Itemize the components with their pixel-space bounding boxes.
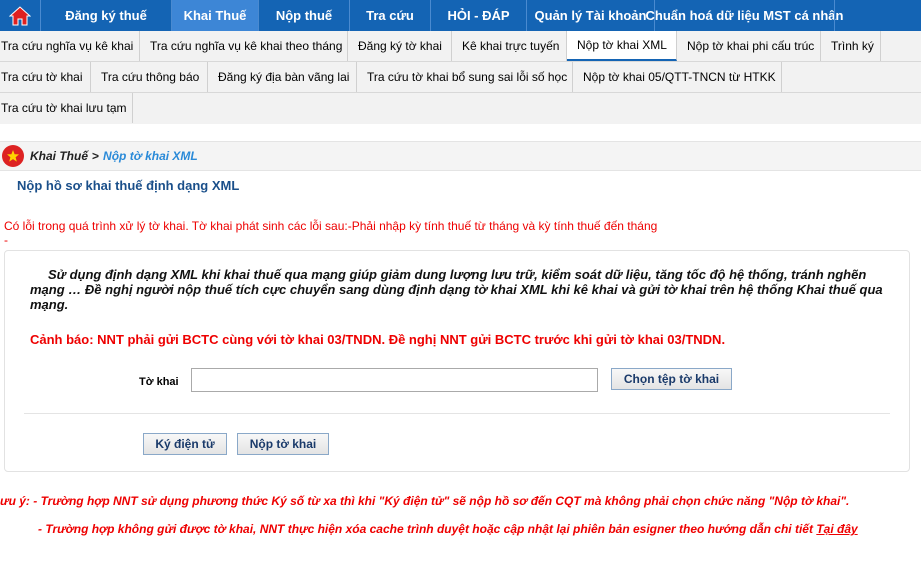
sign-button[interactable]: Ký điện tử: [143, 433, 227, 455]
divider: [24, 413, 890, 414]
sub-dang-ky-dia-ban[interactable]: Đăng ký địa bàn vãng lai: [208, 62, 357, 92]
warning-text: Cảnh báo: NNT phải gửi BCTC cùng với tờ …: [30, 332, 726, 347]
note-2-text: - Trường hợp không gửi được tờ khai, NNT…: [38, 522, 817, 536]
sub-nop-to-khai-xml[interactable]: Nộp tờ khai XML: [567, 31, 677, 61]
home-icon: [9, 5, 31, 25]
nav-quan-ly-tai-khoan[interactable]: Quản lý Tài khoản: [526, 0, 654, 31]
intro-text: Sử dụng định dạng XML khi khai thuế qua …: [30, 267, 883, 312]
error-message: Có lỗi trong quá trình xử lý tờ khai. Tờ…: [4, 219, 658, 233]
sub-tra-cuu-to-khai[interactable]: Tra cứu tờ khai: [0, 62, 91, 92]
home-button[interactable]: [0, 0, 40, 31]
submit-button[interactable]: Nộp tờ khai: [237, 433, 329, 455]
nav-dang-ky-thue[interactable]: Đăng ký thuế: [40, 0, 171, 31]
nav-nop-thue[interactable]: Nộp thuế: [258, 0, 349, 31]
page-title: Nộp hồ sơ khai thuế định dạng XML: [17, 178, 240, 193]
note-2: - Trường hợp không gửi được tờ khai, NNT…: [38, 522, 858, 536]
nav-khai-thue[interactable]: Khai Thuế: [171, 0, 258, 31]
emblem-icon: [2, 145, 24, 167]
sub-tra-cuu-thong-bao[interactable]: Tra cứu thông báo: [91, 62, 208, 92]
breadcrumb-parent[interactable]: Khai Thuế: [30, 149, 88, 163]
here-link[interactable]: Tại đây: [816, 522, 857, 536]
sub-nop-to-khai-phi-cau-truc[interactable]: Nộp tờ khai phi cấu trúc: [677, 31, 821, 61]
sub-nav: Tra cứu nghĩa vụ kê khai Tra cứu nghĩa v…: [0, 31, 921, 124]
note-1: ưu ý: - Trường hợp NNT sử dụng phương th…: [0, 494, 850, 508]
sub-tra-cuu-nghia-vu[interactable]: Tra cứu nghĩa vụ kê khai: [0, 31, 140, 61]
star-icon: [7, 150, 19, 162]
breadcrumb: Khai Thuế > Nộp tờ khai XML: [0, 141, 921, 171]
nav-chuan-hoa-du-lieu[interactable]: Chuẩn hoá dữ liệu MST cá nhân: [646, 0, 843, 31]
breadcrumb-separator: >: [92, 149, 100, 163]
breadcrumb-current: Nộp tờ khai XML: [103, 149, 198, 163]
sub-trinh-ky[interactable]: Trình ký: [821, 31, 881, 61]
sub-nop-05-qtt[interactable]: Nộp tờ khai 05/QTT-TNCN từ HTKK: [573, 62, 782, 92]
sub-nav-row-1: Tra cứu nghĩa vụ kê khai Tra cứu nghĩa v…: [0, 31, 921, 62]
file-label: Tờ khai: [139, 376, 179, 388]
choose-file-button[interactable]: Chọn tệp tờ khai: [611, 368, 732, 390]
nav-tra-cuu[interactable]: Tra cứu: [349, 0, 430, 31]
nav-hoi-dap[interactable]: HỎI - ĐÁP: [430, 0, 526, 31]
sub-tra-cuu-nghia-vu-thang[interactable]: Tra cứu nghĩa vụ kê khai theo tháng: [140, 31, 348, 61]
file-input[interactable]: [191, 368, 598, 392]
top-nav: Đăng ký thuế Khai Thuế Nộp thuế Tra cứu …: [0, 0, 921, 31]
sub-dang-ky-to-khai[interactable]: Đăng ký tờ khai: [348, 31, 452, 61]
sub-nav-row-3: Tra cứu tờ khai lưu tạm: [0, 93, 921, 124]
nav-filler: [834, 0, 921, 31]
sub-tra-cuu-bo-sung[interactable]: Tra cứu tờ khai bổ sung sai lỗi số học: [357, 62, 573, 92]
sub-tra-cuu-luu-tam[interactable]: Tra cứu tờ khai lưu tạm: [0, 93, 133, 123]
error-dash: -: [4, 233, 8, 247]
sub-ke-khai-truc-tuyen[interactable]: Kê khai trực tuyến: [452, 31, 567, 61]
sub-nav-row-2: Tra cứu tờ khai Tra cứu thông báo Đăng k…: [0, 62, 921, 93]
